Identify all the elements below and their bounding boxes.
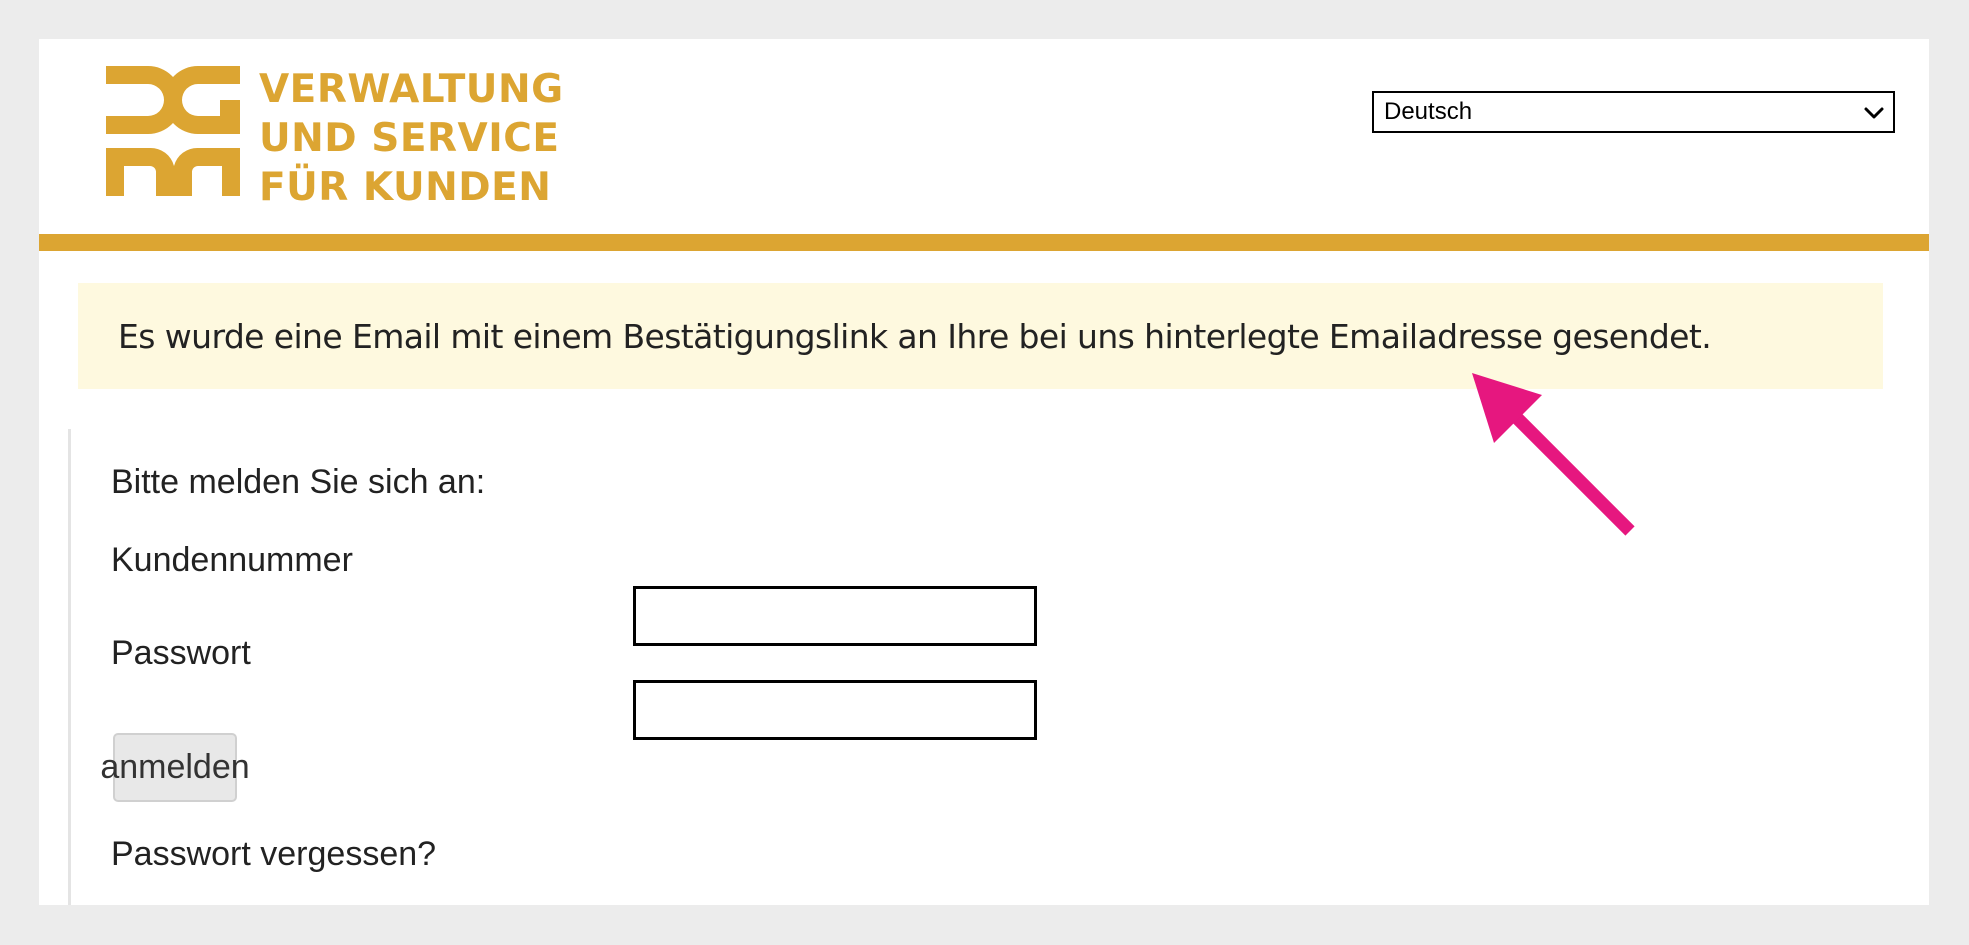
logo-line-3: FÜR KUNDEN xyxy=(259,165,552,210)
chevron-down-icon xyxy=(1864,107,1884,119)
login-title: Bitte melden Sie sich an: xyxy=(111,463,486,501)
logo-mark-icon xyxy=(106,66,240,196)
header-divider xyxy=(39,234,1929,251)
logo-line-1: VERWALTUNG xyxy=(259,67,564,112)
arrow-annotation-icon xyxy=(1472,373,1635,536)
logo-text: VERWALTUNG UND SERVICE FÜR KUNDEN xyxy=(259,65,564,212)
language-select-value: Deutsch xyxy=(1384,98,1473,125)
language-select[interactable]: Deutsch xyxy=(1372,91,1895,133)
customer-number-input[interactable] xyxy=(633,586,1037,646)
login-form: Bitte melden Sie sich an: Kundennummer P… xyxy=(68,429,1171,905)
login-button[interactable]: anmelden xyxy=(100,733,250,802)
password-input[interactable] xyxy=(633,680,1037,740)
password-label: Passwort xyxy=(111,634,251,672)
customer-number-label: Kundennummer xyxy=(111,541,353,579)
header: VERWALTUNG UND SERVICE FÜR KUNDEN Deutsc… xyxy=(39,39,1929,234)
logo: VERWALTUNG UND SERVICE FÜR KUNDEN xyxy=(104,62,584,217)
forgot-password-link[interactable]: Passwort vergessen? xyxy=(111,835,436,874)
logo-line-2: UND SERVICE xyxy=(259,116,560,161)
